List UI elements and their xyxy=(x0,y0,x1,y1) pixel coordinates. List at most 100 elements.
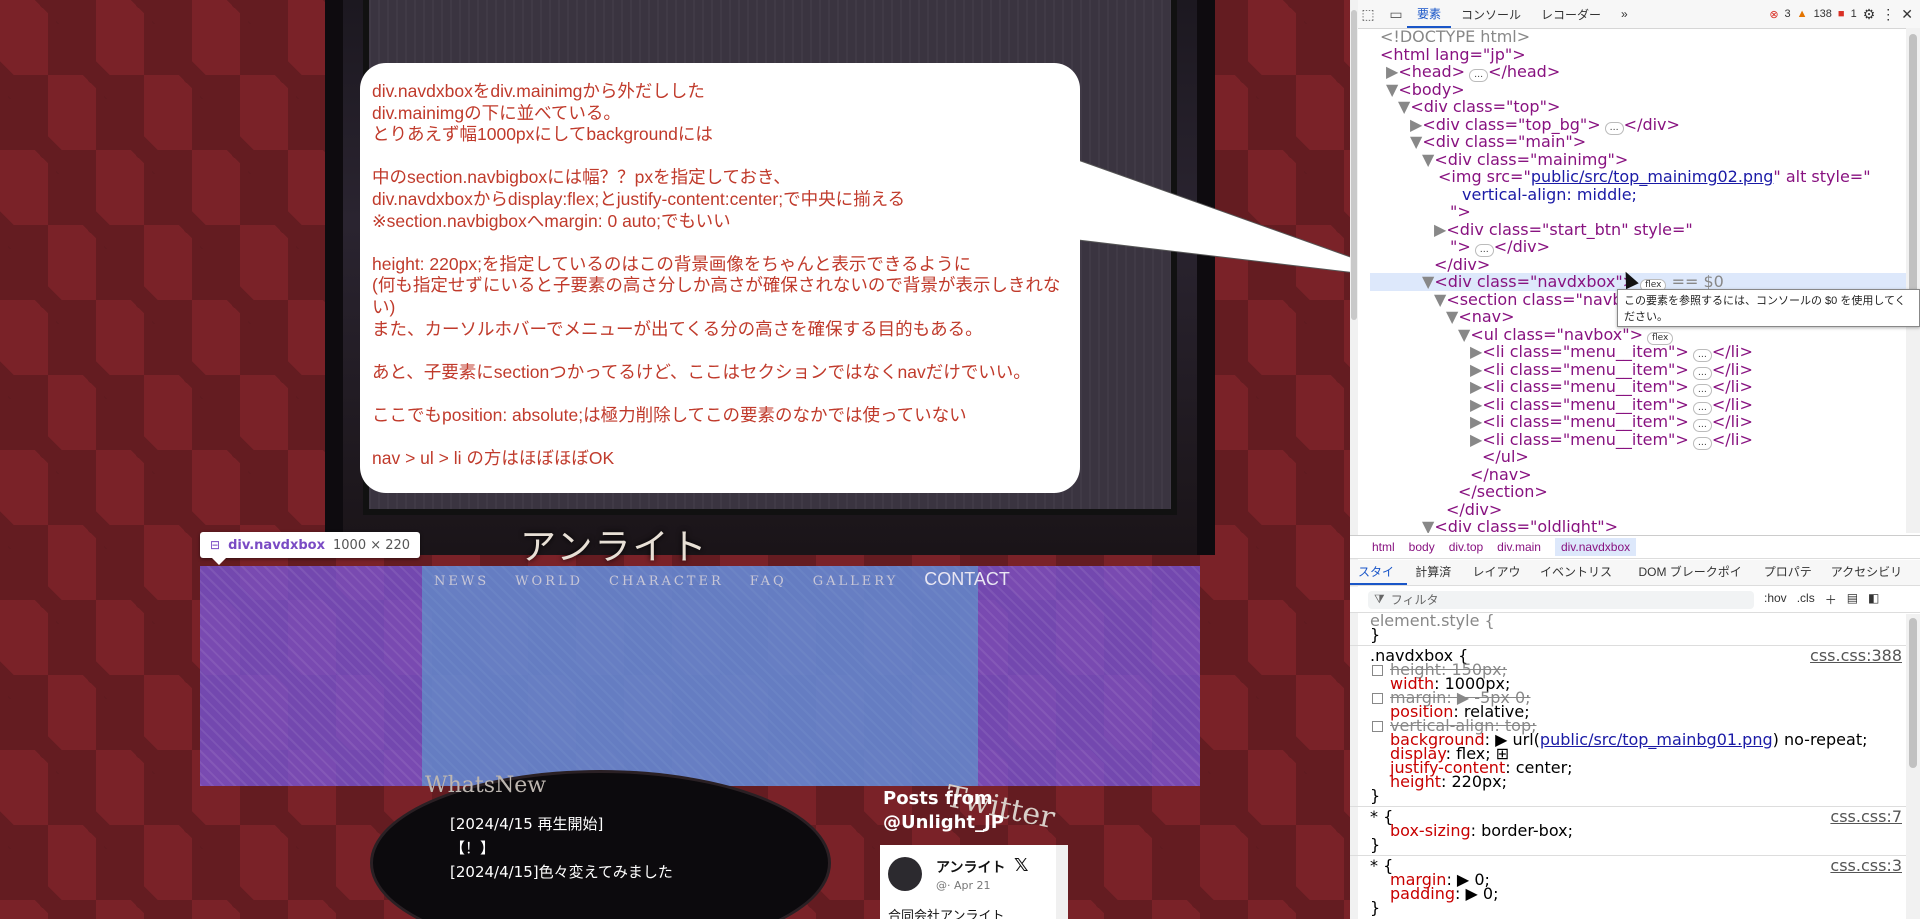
dom-node[interactable]: ▼<div class="mainimg"> xyxy=(1370,150,1920,169)
ellipsis-pill[interactable]: … xyxy=(1469,69,1489,82)
warning-count[interactable]: 138 xyxy=(1814,8,1832,20)
page-scroll-thumb[interactable] xyxy=(1351,10,1357,320)
error-count[interactable]: 3 xyxy=(1785,8,1791,20)
dom-node[interactable]: ▼<ul class="navbox"> flex xyxy=(1370,325,1920,345)
tweet-card[interactable]: アンライト 𝕏 @· Apr 21 合同会社アンライト xyxy=(880,845,1068,919)
navdxbox-highlight[interactable]: NEWS WORLD CHARACTER FAQ GALLERY CONTACT xyxy=(200,566,1200,786)
dom-node[interactable]: ▼<div class="top"> xyxy=(1370,98,1920,116)
dom-node[interactable]: ">… </div> xyxy=(1370,238,1920,257)
collapse-arrow-icon[interactable]: ▼ xyxy=(1446,307,1458,326)
dom-node[interactable]: ▼<div class="main"> xyxy=(1370,133,1920,151)
expand-arrow-icon[interactable]: ▶ xyxy=(1386,62,1398,81)
collapse-arrow-icon[interactable]: ▼ xyxy=(1422,150,1434,169)
tweet-scrollbar[interactable] xyxy=(1056,845,1068,919)
tab-styles[interactable]: スタイル xyxy=(1350,560,1408,604)
issues-count[interactable]: 1 xyxy=(1851,8,1857,20)
collapse-arrow-icon[interactable]: ▼ xyxy=(1458,325,1470,344)
dom-scroll-thumb[interactable] xyxy=(1909,34,1917,324)
dom-node[interactable]: </div> xyxy=(1370,255,1920,274)
dom-tag[interactable]: </li> xyxy=(1712,360,1753,379)
news-item[interactable]: [2024/4/15]色々変えてみました xyxy=(450,860,673,884)
sidebar-toggle-icon[interactable]: ◧ xyxy=(1868,591,1879,608)
breadcrumb-item[interactable]: div.main xyxy=(1497,540,1541,554)
tab-elements[interactable]: 要素 xyxy=(1407,0,1452,28)
dom-node[interactable]: </nav> xyxy=(1370,465,1920,484)
collapse-arrow-icon[interactable]: ▼ xyxy=(1422,517,1434,533)
dom-tag[interactable]: <li class="menu__item"> xyxy=(1482,360,1689,379)
img-src-link[interactable]: public/src/top_mainimg02.png xyxy=(1531,167,1774,186)
rule-source-link[interactable]: css.css:3 xyxy=(1830,858,1902,874)
dom-scrollbar[interactable] xyxy=(1906,28,1920,533)
breadcrumb-item[interactable]: body xyxy=(1409,540,1435,554)
tab-layout[interactable]: レイアウト xyxy=(1464,560,1532,604)
collapse-arrow-icon[interactable]: ▼ xyxy=(1434,290,1446,309)
menu-item-contact[interactable]: CONTACT xyxy=(924,569,1010,590)
expand-arrow-icon[interactable]: ▶ xyxy=(1410,115,1422,134)
hov-button[interactable]: :hov xyxy=(1764,591,1787,608)
dom-tag[interactable]: <body> xyxy=(1398,80,1464,99)
prop-checkbox[interactable] xyxy=(1372,665,1383,676)
dom-tag[interactable]: <div class="main"> xyxy=(1422,132,1586,151)
rule-selector[interactable]: element.style { xyxy=(1350,614,1906,629)
menu-item-world[interactable]: WORLD xyxy=(515,574,583,590)
dom-node[interactable]: "> xyxy=(1370,203,1920,221)
dom-node[interactable]: ▼<div class="oldlight"> xyxy=(1370,518,1920,533)
x-logo-icon[interactable]: 𝕏 xyxy=(1014,855,1029,876)
rule-prop[interactable]: height: 220px; xyxy=(1350,774,1906,790)
tab-computed[interactable]: 計算済み xyxy=(1407,560,1464,604)
dom-node-selected[interactable]: ▼<div class="navdxbox"> flex == $0 xyxy=(1370,272,1920,292)
dom-node[interactable]: ▼<body> xyxy=(1370,80,1920,99)
styles-scrollbar[interactable] xyxy=(1906,614,1920,919)
dom-tag[interactable]: <head> xyxy=(1398,62,1465,81)
expand-arrow-icon[interactable]: ▶ xyxy=(1470,412,1482,431)
rule-prop[interactable]: padding: ▶ 0; xyxy=(1350,886,1906,902)
collapse-arrow-icon[interactable]: ▼ xyxy=(1410,132,1422,151)
ellipsis-pill[interactable]: … xyxy=(1604,121,1624,135)
dom-node[interactable]: ▶<li class="menu__item">… </li> xyxy=(1370,395,1920,415)
expand-arrow-icon[interactable]: ▶ xyxy=(1470,377,1482,396)
dom-node[interactable]: <!DOCTYPE html> xyxy=(1370,28,1920,46)
filter-input[interactable]: ⧩ フィルタ xyxy=(1368,590,1754,609)
dom-tag[interactable]: <li class="menu__item"> xyxy=(1482,412,1689,431)
breadcrumb-item[interactable]: div.top xyxy=(1449,540,1483,554)
dom-tag[interactable]: </head> xyxy=(1488,62,1560,81)
prop-checkbox[interactable] xyxy=(1372,693,1383,704)
dom-tag[interactable]: <div class="mainimg"> xyxy=(1434,150,1628,169)
dom-tag[interactable]: <li class="menu__item"> xyxy=(1482,395,1689,414)
dom-tag[interactable]: <li class="menu__item"> xyxy=(1482,430,1689,449)
dom-tag[interactable]: </li> xyxy=(1712,430,1753,449)
paint-icon[interactable]: ▤ xyxy=(1847,591,1858,608)
dom-tag[interactable]: <nav> xyxy=(1458,307,1514,326)
kebab-menu-icon[interactable]: ⋮ xyxy=(1881,6,1895,23)
collapse-arrow-icon[interactable]: ▼ xyxy=(1386,80,1398,99)
dom-node[interactable]: ▶<li class="menu__item">… </li> xyxy=(1370,342,1920,362)
dom-tag[interactable]: <div class="oldlight"> xyxy=(1434,517,1618,533)
dom-tag[interactable]: </li> xyxy=(1712,377,1753,396)
expand-arrow-icon[interactable]: ▶ xyxy=(1470,342,1482,361)
dom-tag[interactable]: " alt style=" xyxy=(1773,167,1870,186)
dom-tag[interactable]: </li> xyxy=(1712,395,1753,414)
tab-accessibility[interactable]: アクセシビリティ xyxy=(1823,560,1920,604)
issues-icon[interactable]: ■ xyxy=(1838,8,1845,20)
ellipsis-pill[interactable]: … xyxy=(1692,436,1712,450)
expand-arrow-icon[interactable]: ▶ xyxy=(1470,430,1482,449)
dom-node[interactable]: </section> xyxy=(1370,483,1920,501)
rule-prop[interactable]: box-sizing: border-box; xyxy=(1350,823,1906,839)
styles-scroll-thumb[interactable] xyxy=(1909,618,1917,768)
cls-button[interactable]: .cls xyxy=(1797,591,1815,608)
menu-item-character[interactable]: CHARACTER xyxy=(609,574,724,590)
collapse-arrow-icon[interactable]: ▼ xyxy=(1422,272,1434,291)
error-icon[interactable]: ⊗ xyxy=(1769,8,1778,21)
collapse-arrow-icon[interactable]: ▼ xyxy=(1398,97,1410,116)
news-item[interactable]: 【！】 xyxy=(450,836,673,860)
add-rule-icon[interactable]: ＋ xyxy=(1825,591,1837,608)
dom-node[interactable]: </ul> xyxy=(1370,448,1920,466)
dom-tag[interactable]: </div> xyxy=(1624,115,1680,134)
dom-tag[interactable]: <li class="menu__item"> xyxy=(1482,342,1689,361)
posts-handle[interactable]: @Unlight_JP xyxy=(883,811,1004,835)
dom-tag[interactable]: <div class="start_btn" style=" xyxy=(1446,220,1692,239)
rule-source-link[interactable]: css.css:388 xyxy=(1810,648,1902,664)
dom-tag[interactable]: <li class="menu__item"> xyxy=(1482,377,1689,396)
tab-properties[interactable]: プロパティ xyxy=(1756,560,1823,604)
dom-tag[interactable]: </li> xyxy=(1712,412,1753,431)
